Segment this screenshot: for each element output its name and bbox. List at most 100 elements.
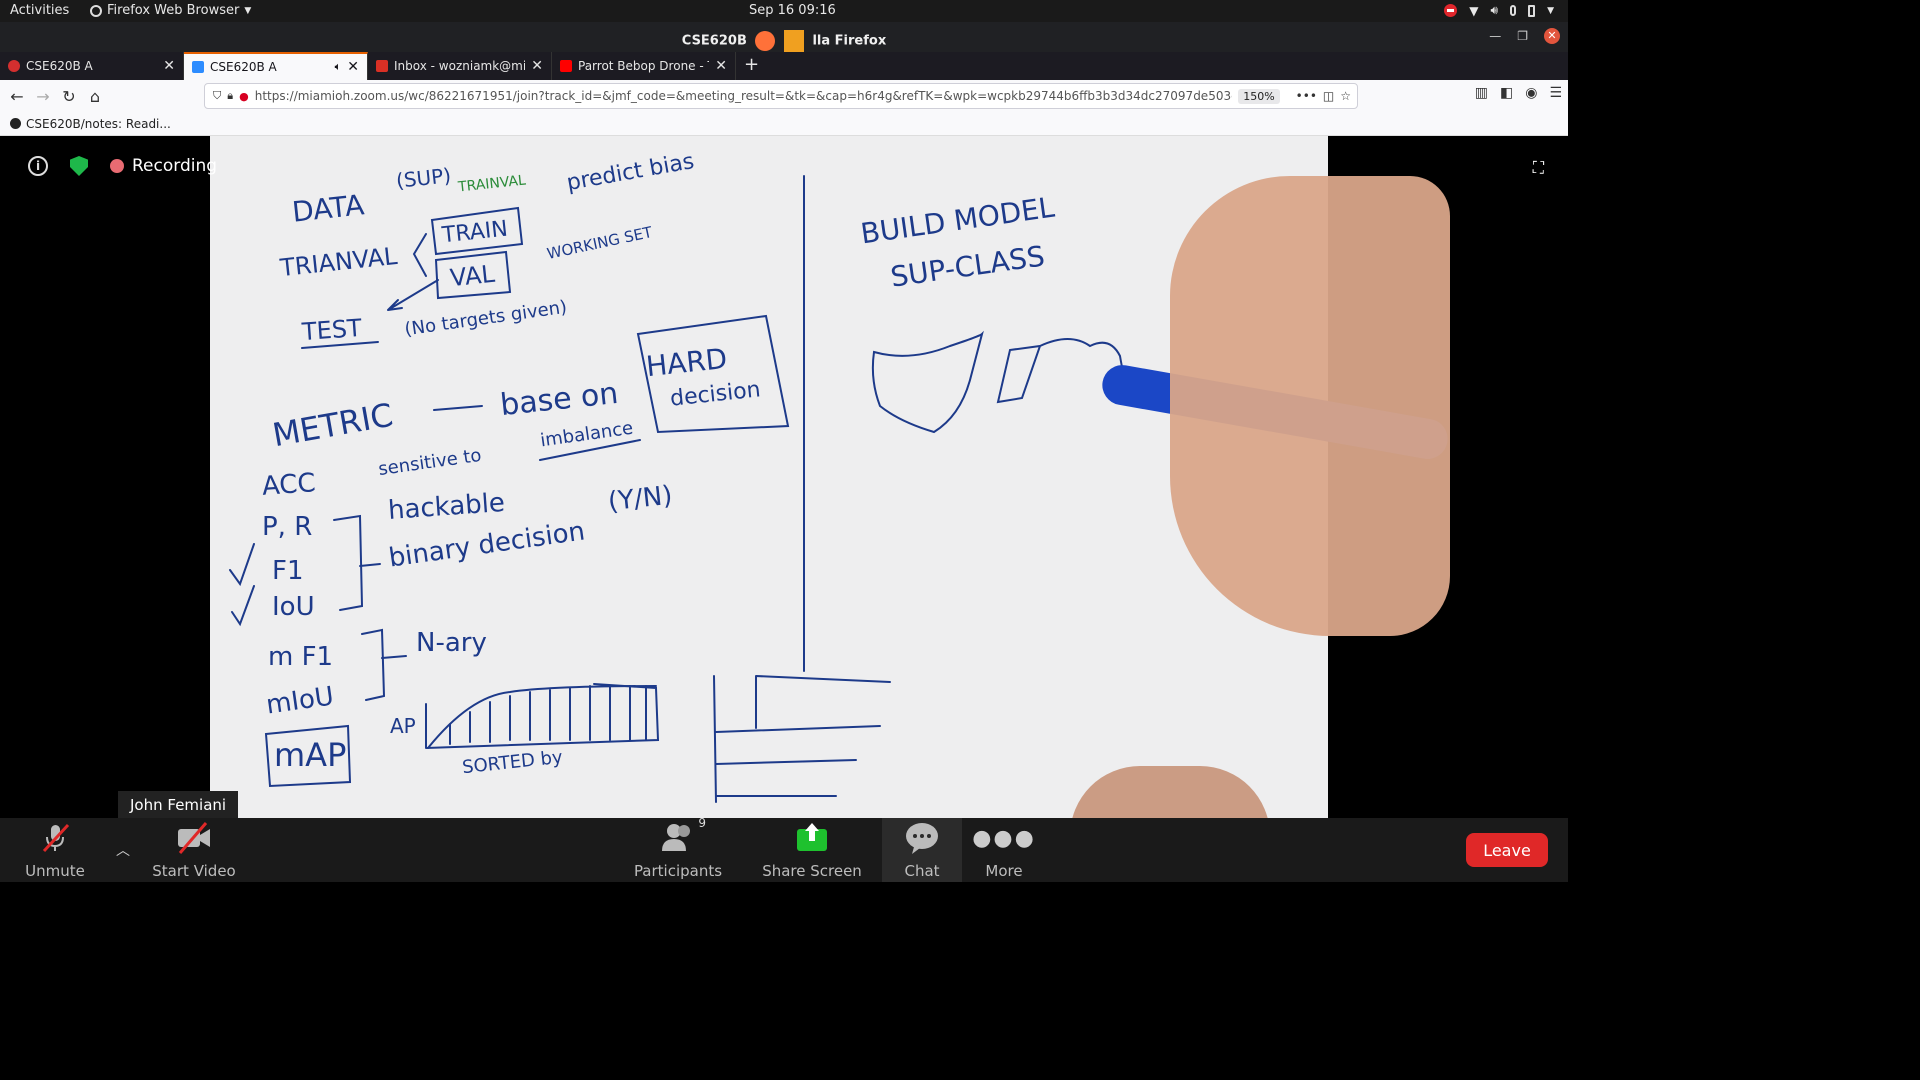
recording-dot-icon: [110, 159, 124, 173]
wb-sorted-by: SORTED by: [461, 746, 564, 779]
share-screen-icon: [795, 820, 829, 856]
reload-button[interactable]: ↻: [56, 83, 82, 109]
tab-close-icon[interactable]: ✕: [347, 59, 359, 75]
meeting-status-bar: i Recording: [28, 156, 217, 176]
github-icon: [10, 118, 21, 129]
page-actions-icon[interactable]: •••: [1296, 89, 1317, 103]
wb-hackable: hackable: [387, 487, 506, 527]
url-bar[interactable]: ⛉ 🔒︎ ● https://miamioh.zoom.us/wc/862216…: [204, 83, 1358, 109]
url-text[interactable]: https://miamioh.zoom.us/wc/86221671951/j…: [255, 89, 1232, 103]
tab-parrot-bebop[interactable]: Parrot Bebop Drone - Tu ✕: [552, 52, 736, 80]
wifi-icon: ▼: [1469, 3, 1479, 18]
meeting-info-icon[interactable]: i: [28, 156, 48, 176]
chat-button[interactable]: Chat: [882, 818, 962, 882]
tracking-shield-icon[interactable]: ⛉: [213, 89, 221, 103]
tab-audio-icon[interactable]: 🔈︎: [335, 60, 342, 74]
lock-icon[interactable]: 🔒︎: [227, 89, 233, 103]
participants-button[interactable]: 9 Participants: [630, 816, 726, 882]
wb-mf1: m F1: [268, 642, 334, 672]
new-tab-button[interactable]: +: [736, 52, 767, 80]
more-label: More: [985, 862, 1023, 880]
unmute-button[interactable]: Unmute: [18, 818, 92, 882]
tab-strip: CSE620B A ✕ CSE620B A 🔈︎ ✕ Inbox - wozni…: [0, 52, 1568, 80]
share-screen-button[interactable]: Share Screen: [762, 818, 862, 882]
library-icon[interactable]: ▥: [1475, 85, 1488, 101]
minimize-button[interactable]: —: [1489, 29, 1501, 43]
hamburger-menu-icon[interactable]: ☰: [1549, 85, 1562, 101]
unmute-label: Unmute: [25, 862, 85, 880]
forward-button[interactable]: →: [30, 83, 56, 109]
navigation-bar: ← → ↻ ⌂ ⛉ 🔒︎ ● https://miamioh.zoom.us/w…: [0, 80, 1568, 112]
wb-no-targets: (No targets given): [403, 296, 569, 341]
chevron-down-icon: ▼: [244, 5, 252, 16]
fullscreen-icon[interactable]: ⛶: [1533, 158, 1544, 178]
pocket-icon[interactable]: ◫: [1323, 89, 1334, 103]
bookmarks-bar: CSE620B/notes: Readi...: [0, 112, 1568, 136]
battery-icon: [1528, 4, 1536, 17]
window-title: CSE620B lla Firefox: [0, 30, 1568, 52]
start-video-button[interactable]: Start Video: [150, 818, 238, 882]
microphone-permission-icon[interactable]: ●: [239, 90, 249, 103]
audio-options-chevron-icon[interactable]: ︿: [116, 840, 130, 860]
wb-metric: METRIC: [269, 395, 396, 455]
wb-pr: P, R: [262, 512, 313, 542]
clock[interactable]: Sep 16 09:16: [749, 3, 836, 18]
toolbar-right: ▥ ◧ ◉ ☰: [1475, 85, 1562, 101]
video-off-icon: [174, 820, 214, 856]
tab-inbox[interactable]: Inbox - wozniamk@miam ✕: [368, 52, 552, 80]
tab-cse620b-1[interactable]: CSE620B A ✕: [0, 52, 184, 80]
bookmark-star-icon[interactable]: ☆: [1340, 89, 1351, 103]
leave-button[interactable]: Leave: [1466, 833, 1548, 867]
wb-decision: decision: [668, 377, 762, 412]
tab-close-icon[interactable]: ✕: [163, 58, 175, 74]
firefox-icon: [90, 4, 102, 17]
tab-label: Parrot Bebop Drone - Tu: [578, 59, 710, 73]
app-menu[interactable]: Firefox Web Browser ▼: [90, 3, 251, 18]
participant-name-badge: John Femiani: [118, 791, 239, 818]
wb-acc: ACC: [261, 468, 317, 502]
wb-ap: AP: [390, 714, 416, 738]
encryption-shield-icon[interactable]: [70, 156, 88, 176]
more-dots-icon: ●●●: [972, 825, 1036, 851]
tab-label: CSE620B A: [210, 60, 277, 74]
close-window-button[interactable]: ✕: [1544, 28, 1560, 44]
youtube-favicon-icon: [560, 60, 572, 72]
back-button[interactable]: ←: [4, 83, 30, 109]
wb-yn: (Y/N): [606, 480, 674, 518]
app-menu-label: Firefox Web Browser: [107, 3, 240, 18]
participants-count: 9: [698, 816, 706, 830]
restore-button[interactable]: ❐: [1517, 29, 1528, 43]
do-not-disturb-icon: [1444, 4, 1458, 17]
tab-label: CSE620B A: [26, 59, 93, 73]
home-button[interactable]: ⌂: [82, 83, 108, 109]
meeting-video-area: DATA (SUP) TRAINVAL predict bias TRAIN T…: [0, 136, 1568, 818]
wb-base-on: base on: [498, 375, 620, 424]
window-title-bar: CSE620B lla Firefox — ❐ ✕: [0, 22, 1568, 52]
zoom-level-badge[interactable]: 150%: [1238, 88, 1280, 104]
system-menu-chevron-icon: ▼: [1547, 5, 1554, 16]
recording-indicator[interactable]: Recording: [110, 156, 217, 176]
wb-test: TEST: [301, 313, 363, 347]
system-tray[interactable]: ▼ 🔊︎ ▼: [1444, 3, 1554, 18]
whiteboard-video: DATA (SUP) TRAINVAL predict bias TRAIN T…: [210, 136, 1451, 818]
more-button[interactable]: ●●● More: [972, 818, 1034, 882]
tab-close-icon[interactable]: ✕: [531, 58, 543, 74]
activities-button[interactable]: Activities: [10, 3, 69, 18]
bookmark-item[interactable]: CSE620B/notes: Readi...: [26, 117, 171, 131]
participants-label: Participants: [633, 862, 723, 880]
microphone-active-icon: [783, 30, 804, 52]
participants-icon: 9: [658, 816, 706, 856]
account-icon[interactable]: ◉: [1525, 85, 1537, 101]
sidebar-icon[interactable]: ◧: [1500, 85, 1513, 101]
wb-predict-bias: predict bias: [564, 149, 697, 196]
tab-cse620b-2[interactable]: CSE620B A 🔈︎ ✕: [184, 52, 368, 80]
wb-sup: (SUP): [394, 163, 453, 193]
wb-val: VAL: [448, 259, 497, 293]
microphone-icon: [1510, 5, 1517, 16]
wb-imbalance: imbalance: [538, 417, 635, 452]
window-controls: — ❐ ✕: [1489, 28, 1560, 44]
wb-train: TRAIN: [440, 216, 509, 249]
chat-bubble-icon: [904, 820, 940, 856]
wb-sensitive: sensitive to: [377, 444, 483, 481]
tab-close-icon[interactable]: ✕: [715, 58, 727, 74]
